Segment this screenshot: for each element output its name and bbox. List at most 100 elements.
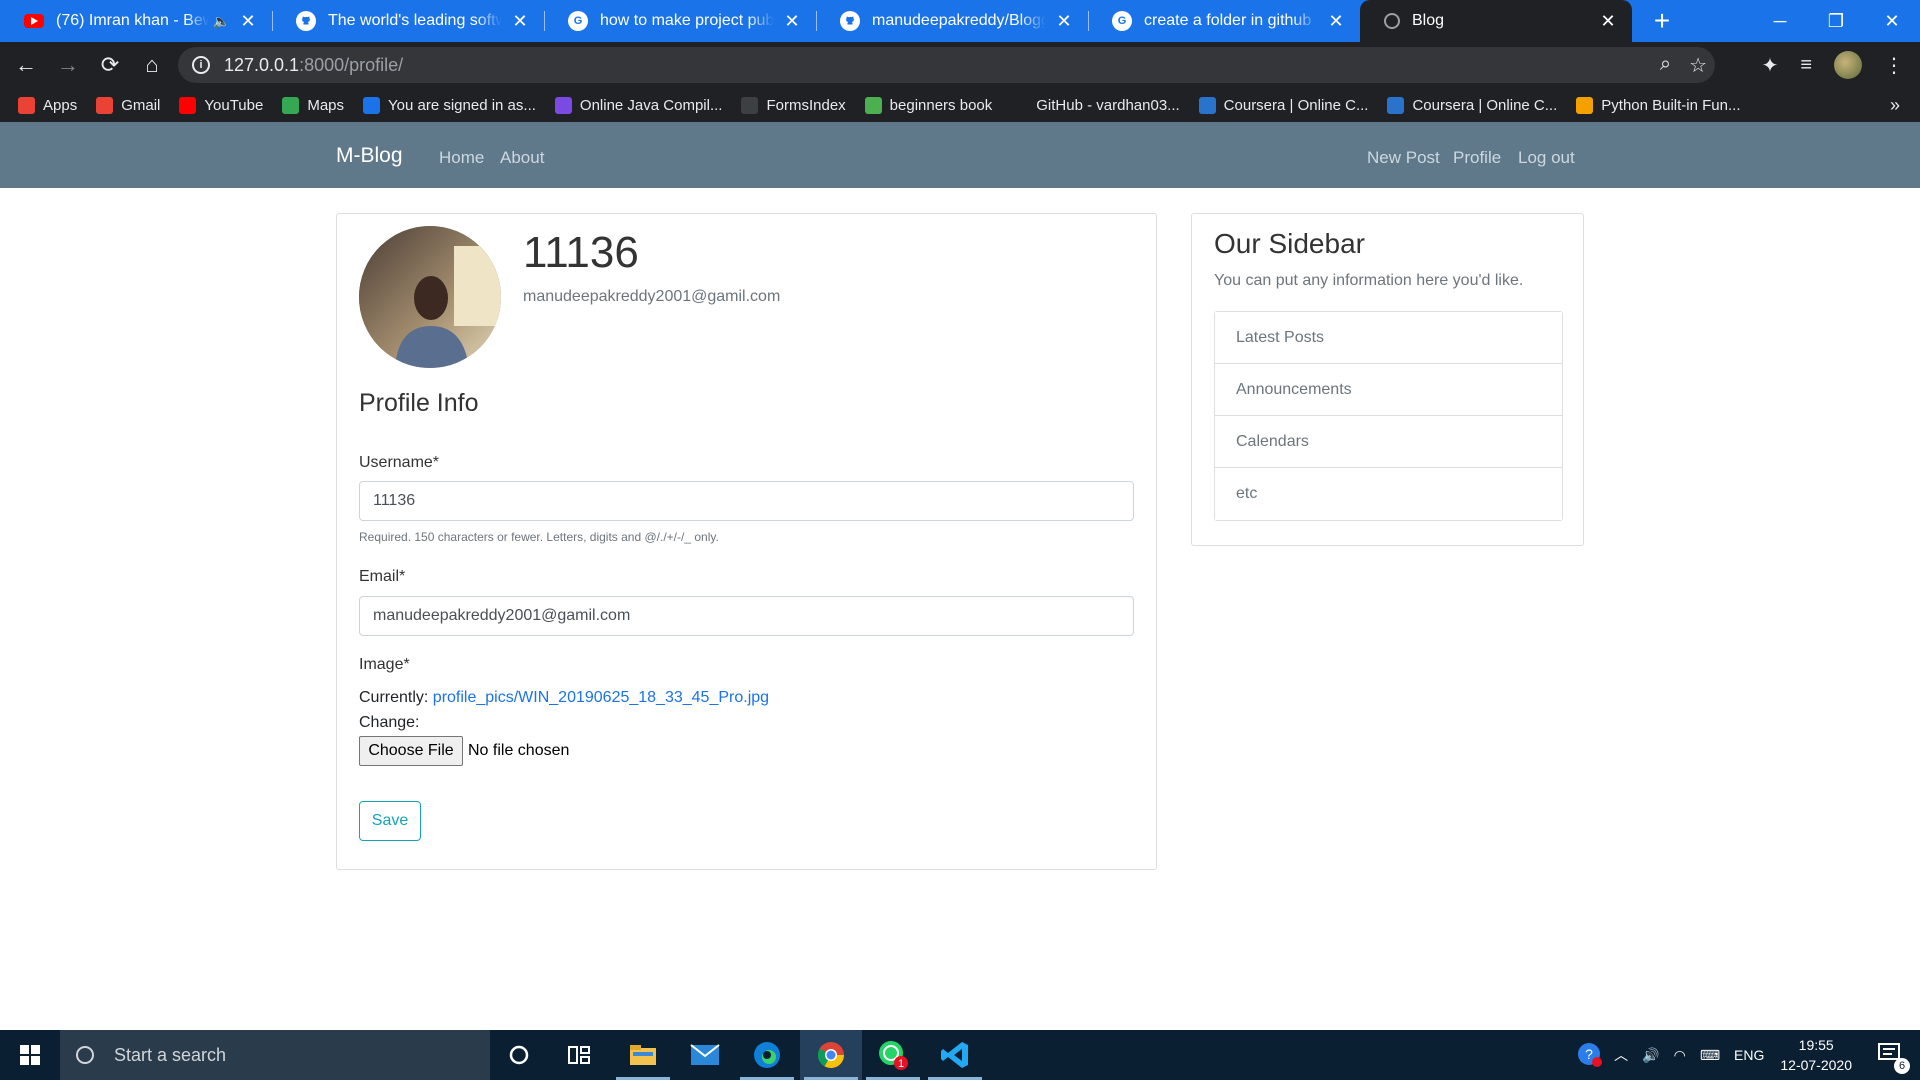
chrome-icon[interactable] [800, 1030, 862, 1080]
google-icon: G [568, 11, 588, 31]
bookmark-item[interactable]: beginners book [864, 96, 992, 114]
nav-logout[interactable]: Log out [1518, 148, 1575, 168]
close-icon[interactable]: ✕ [510, 11, 530, 32]
close-window-icon[interactable]: ✕ [1864, 0, 1920, 42]
bookmark-item[interactable]: Maps [282, 96, 345, 114]
nav-new-post[interactable]: New Post [1367, 148, 1440, 168]
bookmark-item[interactable]: Gmail [96, 96, 160, 114]
menu-dots-icon[interactable]: ⋮ [1884, 53, 1904, 78]
profile-avatar-icon[interactable] [1834, 51, 1862, 79]
close-icon[interactable]: ✕ [1054, 11, 1074, 32]
search-icon [76, 1046, 94, 1064]
email-input[interactable]: manudeepakreddy2001@gamil.com [359, 596, 1134, 636]
choose-file-button[interactable]: Choose File [359, 736, 463, 766]
chevron-up-icon[interactable]: ︿ [1614, 1045, 1628, 1065]
site-brand[interactable]: M-Blog [336, 144, 403, 168]
bookmarks-overflow-icon[interactable]: » [1890, 95, 1900, 116]
nav-profile[interactable]: Profile [1453, 148, 1501, 168]
bookmark-item[interactable]: Coursera | Online C... [1387, 96, 1558, 114]
new-tab-button[interactable]: + [1642, 0, 1682, 42]
sidebar-item-calendars[interactable]: Calendars [1215, 416, 1562, 468]
current-image-link[interactable]: profile_pics/WIN_20190625_18_33_45_Pro.j… [433, 689, 769, 706]
info-icon[interactable]: i [192, 56, 210, 74]
google-icon: G [1112, 11, 1132, 31]
sidebar-item-latest-posts[interactable]: Latest Posts [1215, 312, 1562, 364]
browser-tab[interactable]: G how to make project public i ✕ [544, 0, 816, 42]
clock[interactable]: 19:55 12-07-2020 [1780, 1035, 1852, 1075]
bookmark-item[interactable]: Python Built-in Fun... [1576, 96, 1741, 114]
window-controls: ─ ❐ ✕ [1752, 0, 1920, 42]
browser-tab-active[interactable]: Blog ✕ [1360, 0, 1632, 42]
bookmark-label: GitHub - vardhan03... [1036, 96, 1180, 114]
profile-email-text: manudeepakreddy2001@gamil.com [523, 288, 781, 305]
windows-start-icon[interactable] [0, 1030, 60, 1080]
home-icon[interactable]: ⌂ [132, 45, 172, 85]
globe-icon [1384, 13, 1400, 29]
cortana-icon[interactable] [488, 1030, 550, 1080]
whatsapp-icon[interactable]: 1 [862, 1030, 924, 1080]
clock-date: 12-07-2020 [1780, 1057, 1852, 1073]
extensions-puzzle-icon[interactable]: ✦ [1762, 53, 1779, 78]
close-icon[interactable]: ✕ [1326, 11, 1346, 32]
bookmark-item[interactable]: FormsIndex [741, 96, 846, 114]
bookmark-item[interactable]: Apps [18, 96, 77, 114]
close-icon[interactable]: ✕ [782, 11, 802, 32]
taskbar-search[interactable]: Start a search [60, 1030, 490, 1080]
profile-card: 11136 manudeepakreddy2001@gamil.com Prof… [336, 213, 1157, 870]
clock-time: 19:55 [1798, 1037, 1834, 1053]
python-icon [1576, 96, 1594, 114]
save-button[interactable]: Save [359, 801, 421, 841]
zoom-icon[interactable]: ⌕ [1660, 53, 1671, 78]
task-view-icon[interactable] [548, 1030, 610, 1080]
reload-icon[interactable]: ⟳ [90, 45, 130, 85]
username-input[interactable]: 11136 [359, 481, 1134, 521]
address-bar[interactable]: i 127.0.0.1:8000/profile/ ⌕ ☆ [178, 47, 1715, 83]
s-icon [363, 96, 381, 114]
volume-icon[interactable]: 🔊 [1642, 1047, 1659, 1064]
help-icon[interactable]: ? [1576, 1041, 1603, 1070]
media-control-icon[interactable]: ≡ [1800, 54, 1812, 77]
bookmark-item[interactable]: YouTube [179, 96, 263, 114]
bookmark-item[interactable]: GitHub - vardhan03... [1011, 96, 1180, 114]
file-explorer-icon[interactable] [612, 1030, 674, 1080]
edge-icon[interactable] [736, 1030, 798, 1080]
nav-home[interactable]: Home [439, 148, 484, 168]
forward-icon[interactable]: → [48, 45, 88, 85]
system-tray: ? ︿ 🔊 ◠ ⌨ ENG 19:55 12-07-2020 6 [1576, 1030, 1920, 1080]
bookmark-item[interactable]: Coursera | Online C... [1198, 96, 1368, 114]
back-icon[interactable]: ← [6, 45, 46, 85]
whatsapp-badge: 1 [898, 1058, 904, 1070]
browser-tab[interactable]: G create a folder in github - Gc ✕ [1088, 0, 1360, 42]
sidebar-item-announcements[interactable]: Announcements [1215, 364, 1562, 416]
restore-icon[interactable]: ❐ [1808, 0, 1864, 42]
nav-about[interactable]: About [500, 148, 544, 168]
currently-label: Currently: [359, 689, 433, 706]
sidebar-item-etc[interactable]: etc [1215, 468, 1562, 520]
browser-toolbar: ← → ⟳ ⌂ i 127.0.0.1:8000/profile/ ⌕ ☆ ✦ … [0, 42, 1920, 88]
bookmark-label: Maps [307, 96, 345, 114]
language-indicator[interactable]: ENG [1734, 1047, 1764, 1063]
url-path: :8000/profile/ [299, 54, 404, 75]
bookmark-item[interactable]: You are signed in as... [363, 96, 536, 114]
bookmark-label: Coursera | Online C... [1412, 96, 1558, 114]
coursera-icon [1198, 96, 1216, 114]
notification-center-icon[interactable]: 6 [1878, 1042, 1910, 1074]
close-icon[interactable]: ✕ [1598, 11, 1618, 32]
browser-tab[interactable]: The world's leading software ✕ [272, 0, 544, 42]
tab-title: create a folder in github - Gc [1144, 12, 1318, 29]
keyboard-icon[interactable]: ⌨ [1700, 1047, 1720, 1064]
vscode-icon[interactable] [924, 1030, 986, 1080]
browser-tab[interactable]: (76) Imran khan - Bewafa 🔈 ✕ [0, 0, 272, 42]
tab-title: manudeepakreddy/Blogger: [872, 12, 1046, 29]
tab-title: The world's leading software [328, 12, 502, 29]
forms-icon [741, 96, 759, 114]
speaker-icon[interactable]: 🔈 [213, 13, 230, 30]
browser-tab[interactable]: manudeepakreddy/Blogger: ✕ [816, 0, 1088, 42]
wifi-icon[interactable]: ◠ [1674, 1047, 1686, 1064]
close-icon[interactable]: ✕ [238, 11, 258, 32]
bookmarks-bar: Apps Gmail YouTube Maps You are signed in as… [0, 88, 1920, 122]
bookmark-star-icon[interactable]: ☆ [1689, 53, 1707, 78]
bookmark-item[interactable]: Online Java Compil... [554, 96, 722, 114]
mail-icon[interactable] [674, 1030, 736, 1080]
minimize-icon[interactable]: ─ [1752, 0, 1808, 42]
